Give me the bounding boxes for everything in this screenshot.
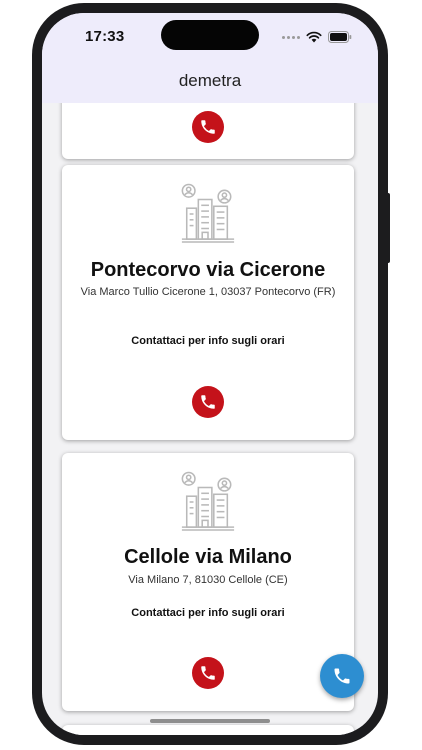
building-icon — [179, 183, 237, 245]
location-card: Cellole via Milano Via Milano 7, 81030 C… — [62, 453, 354, 711]
location-address: Via Marco Tullio Cicerone 1, 03037 Ponte… — [80, 286, 336, 298]
location-card-partial — [62, 725, 354, 735]
call-button[interactable] — [192, 386, 224, 418]
call-button[interactable] — [192, 111, 224, 143]
call-fab-button[interactable] — [320, 654, 364, 698]
location-card: Pontecorvo via Cicerone Via Marco Tullio… — [62, 165, 354, 440]
phone-icon — [332, 666, 352, 686]
location-name: Cellole via Milano — [124, 546, 292, 568]
status-time: 17:33 — [85, 28, 125, 45]
location-name: Pontecorvo via Cicerone — [90, 259, 326, 281]
app-screen: Pontecorvo via Cicerone Via Marco Tullio… — [42, 13, 378, 735]
locations-list[interactable]: Pontecorvo via Cicerone Via Marco Tullio… — [42, 13, 378, 735]
status-icons — [282, 31, 352, 43]
home-indicator[interactable] — [150, 719, 270, 723]
battery-icon — [328, 31, 352, 43]
side-button — [386, 193, 390, 263]
signal-icon — [282, 35, 300, 39]
wifi-icon — [306, 31, 322, 43]
hours-note: Contattaci per info sugli orari — [131, 335, 285, 347]
phone-icon — [199, 118, 217, 136]
dynamic-island — [161, 20, 259, 50]
building-icon — [179, 471, 237, 533]
phone-icon — [199, 664, 217, 682]
location-address: Via Milano 7, 81030 Cellole (CE) — [128, 574, 288, 586]
app-title: demetra — [178, 71, 242, 90]
device-frame: Pontecorvo via Cicerone Via Marco Tullio… — [32, 3, 390, 745]
phone-icon — [199, 393, 217, 411]
hours-note: Contattaci per info sugli orari — [131, 607, 285, 619]
app-header: 17:33 demetra — [42, 13, 378, 103]
call-button[interactable] — [192, 657, 224, 689]
